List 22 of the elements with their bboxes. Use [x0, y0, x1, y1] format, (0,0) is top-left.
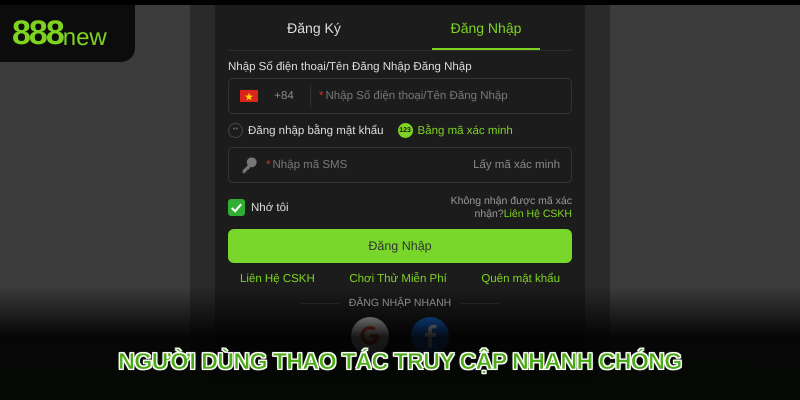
sms-field[interactable]: * Nhập mã SMS Lấy mã xác minh [228, 147, 572, 183]
logo: 888new [0, 5, 135, 62]
footer-link[interactable]: Chơi Thử Miễn Phí [349, 273, 447, 286]
tab[interactable]: Đăng Nhập [432, 5, 540, 50]
get-code-link[interactable]: Lấy mã xác minh [473, 159, 560, 171]
login-button[interactable]: Đăng Nhập [228, 229, 572, 264]
quick-login-title: ĐĂNG NHẬP NHANH [348, 297, 452, 310]
caption: NGƯỜI DÙNG THAO TÁC TRUY CẬP NHANH CHÓNG [117, 348, 683, 375]
footer-link[interactable]: Liên Hệ CSKH [240, 273, 315, 286]
field-label: Nhập Số điện thoại/Tên Đăng Nhập Đăng Nhập [228, 61, 473, 73]
support-link[interactable]: Liên Hệ CSKH [504, 208, 572, 220]
checkbox[interactable] [228, 199, 245, 216]
field-placeholder: * Nhập mã SMS [266, 159, 348, 171]
field-placeholder: * Nhập Số điện thoại/Tên Đăng Nhập [319, 90, 509, 102]
help-text: Không nhận được mã xác nhận?Liên Hệ CSKH [450, 195, 572, 220]
flag-icon [240, 90, 258, 102]
phone-field[interactable]: +84 * Nhập Số điện thoại/Tên Đăng Nhập [228, 78, 572, 114]
footer-link[interactable]: Quên mật khẩu [481, 273, 560, 286]
country-code[interactable]: +84 [266, 90, 302, 102]
key-icon [240, 156, 258, 174]
tab[interactable]: Đăng Ký [260, 5, 368, 50]
remember-label: Nhớ tôi [251, 202, 290, 214]
